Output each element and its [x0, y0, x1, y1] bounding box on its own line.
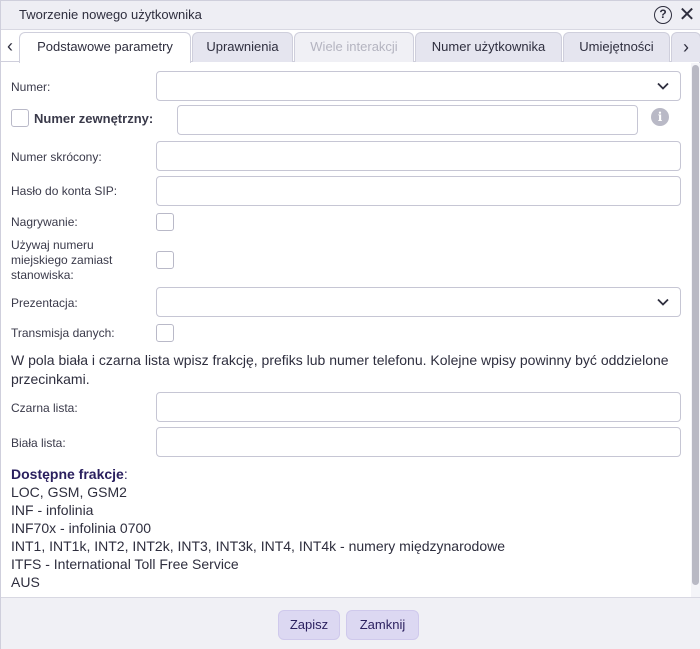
tab-strip: ‹ Podstawowe parametry Uprawnienia Wiele… — [1, 30, 700, 63]
tab-basic-parameters[interactable]: Podstawowe parametry — [19, 32, 191, 63]
numer-zewnetrzny-field[interactable] — [177, 105, 638, 135]
numer-miejski-label-line3: stanowiska: — [11, 268, 74, 282]
nagrywanie-checkbox[interactable] — [156, 213, 174, 231]
dialog-footer: Zapisz Zamknij — [1, 597, 700, 649]
numer-label: Numer: — [11, 80, 51, 94]
fractions-title-suffix: : — [123, 466, 128, 482]
numer-zewnetrzny-label: Numer zewnętrzny: — [34, 111, 154, 126]
numer-skrocony-label: Numer skrócony: — [11, 150, 102, 164]
fraction-line: INT1, INT1k, INT2, INT2k, INT3, INT3k, I… — [11, 538, 506, 554]
dialog-title: Tworzenie nowego użytkownika — [19, 7, 202, 22]
numer-skrocony-field[interactable] — [156, 141, 681, 171]
tab-multi-interactions: Wiele interakcji — [294, 32, 414, 62]
numer-miejski-label-line2: miejskiego zamiast — [11, 253, 113, 267]
prezentacja-select[interactable] — [156, 287, 681, 317]
info-icon[interactable]: i — [651, 108, 669, 126]
tab-scroll-left-icon[interactable]: ‹ — [2, 32, 18, 60]
create-user-dialog: Tworzenie nowego użytkownika ? ✕ ‹ Podst… — [0, 0, 700, 649]
save-button[interactable]: Zapisz — [278, 610, 340, 640]
czarna-lista-label: Czarna lista: — [11, 401, 78, 415]
transmisja-checkbox[interactable] — [156, 324, 174, 342]
help-icon[interactable]: ? — [654, 6, 672, 24]
scrollbar-thumb[interactable] — [692, 65, 699, 585]
biala-lista-label: Biała lista: — [11, 436, 66, 450]
fraction-line: INF - infolinia — [11, 502, 94, 518]
fraction-line: INF70x - infolinia 0700 — [11, 520, 152, 536]
haslo-sip-label: Hasło do konta SIP: — [11, 184, 118, 198]
fraction-line: ITFS - International Toll Free Service — [11, 556, 239, 572]
fractions-title: Dostępne frakcje: — [11, 466, 128, 482]
fraction-line: LOC, GSM, GSM2 — [11, 484, 127, 500]
haslo-sip-field[interactable] — [156, 176, 681, 206]
chevron-down-icon — [657, 298, 669, 306]
czarna-lista-field[interactable] — [156, 392, 681, 422]
tab-user-number[interactable]: Numer użytkownika — [415, 32, 562, 62]
nagrywanie-label: Nagrywanie: — [11, 215, 78, 229]
close-button[interactable]: Zamknij — [346, 610, 419, 640]
numer-zewnetrzny-checkbox[interactable] — [11, 109, 29, 127]
numer-select[interactable] — [156, 71, 681, 101]
vertical-scrollbar[interactable] — [691, 63, 700, 597]
dialog-titlebar: Tworzenie nowego użytkownika ? ✕ — [1, 1, 700, 30]
fraction-line: AUS — [11, 574, 40, 590]
tab-scroll-right-icon[interactable]: › — [683, 37, 689, 57]
numer-miejski-checkbox[interactable] — [156, 251, 174, 269]
biala-lista-field[interactable] — [156, 427, 681, 457]
fractions-title-text: Dostępne frakcje — [11, 466, 124, 482]
chevron-down-icon — [657, 82, 669, 90]
lists-instruction-note: W pola biała i czarna lista wpisz frakcj… — [11, 352, 669, 387]
prezentacja-label: Prezentacja: — [11, 296, 78, 310]
tab-permissions[interactable]: Uprawnienia — [192, 32, 293, 62]
tab-overflow[interactable]: › — [671, 32, 700, 62]
numer-miejski-label: Używaj numeru miejskiego zamiast stanowi… — [11, 238, 112, 283]
close-icon[interactable]: ✕ — [678, 5, 696, 25]
transmisja-label: Transmisja danych: — [11, 326, 115, 340]
numer-miejski-label-line1: Używaj numeru — [11, 238, 94, 252]
tab-skills[interactable]: Umiejętności — [563, 32, 670, 62]
